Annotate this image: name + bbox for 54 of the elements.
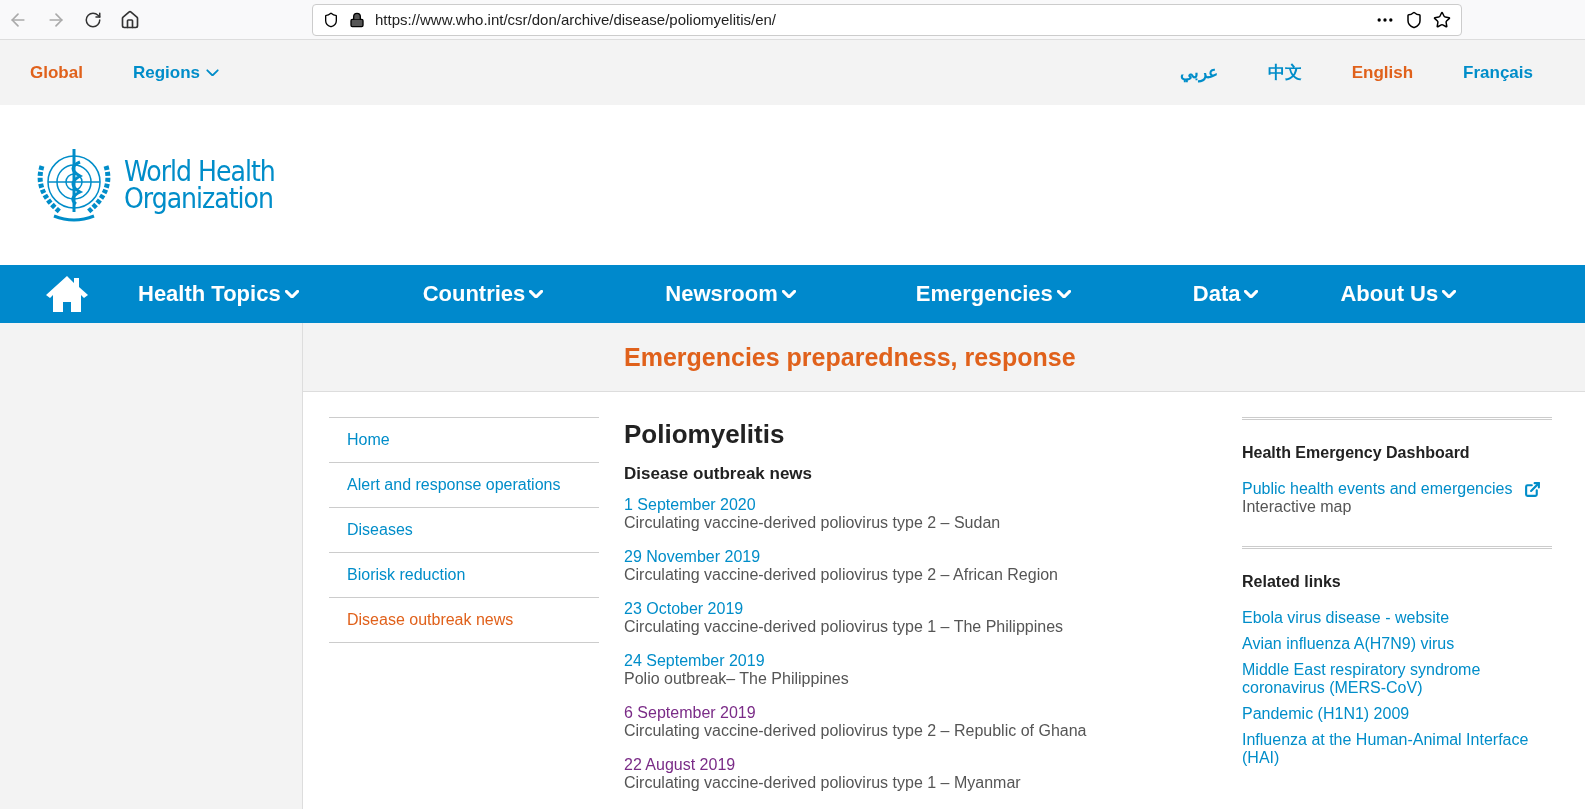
nav-item[interactable]: Newsroom (665, 281, 796, 307)
sidebar-item[interactable]: Home (329, 418, 599, 463)
nav-item[interactable]: Health Topics (138, 281, 299, 307)
news-date-link[interactable]: 6 September 2019 (624, 704, 756, 722)
news-headline: Circulating vaccine-derived poliovirus type 1 – Myanmar (624, 774, 1022, 792)
nav-item[interactable]: About Us (1340, 281, 1457, 307)
sidebar-item[interactable]: Biorisk reduction (329, 553, 599, 598)
chevron-icon (1244, 289, 1259, 299)
related-link[interactable]: Public health events and emergencies (1242, 480, 1552, 498)
subtitle: Disease outbreak news (624, 464, 814, 484)
related-link[interactable]: Ebola virus disease - website (1242, 609, 1552, 627)
language-link[interactable]: 中文 (1267, 61, 1302, 84)
news-headline: Circulating vaccine-derived poliovirus type 2 – Sudan (624, 514, 1002, 532)
sidebar-item[interactable]: Alert and response operations (329, 463, 599, 508)
related-link[interactable]: Influenza at the Human-Animal Interface (HAI) (1242, 731, 1552, 767)
shield-icon (323, 11, 339, 28)
chevron-icon (529, 289, 544, 299)
sidebar-item[interactable]: Disease outbreak news (329, 598, 599, 643)
nav-item[interactable]: Data (1192, 281, 1259, 307)
sidebar-item[interactable]: Diseases (329, 508, 599, 553)
news-headline: Circulating vaccine-derived poliovirus type 2 – African Region (624, 566, 1059, 584)
news-headline: Circulating vaccine-derived poliovirus type 1 – The Philippines (624, 618, 1065, 636)
news-date-link[interactable]: 23 October 2019 (624, 600, 744, 618)
lock-icon (349, 11, 365, 28)
link-note: Interactive map (1242, 498, 1353, 516)
aside-heading: Health Emergency Dashboard (1242, 444, 1471, 462)
related-link[interactable]: Middle East respiratory syndrome coronavirus (MERS-CoV) (1242, 661, 1552, 697)
top-link[interactable]: Global (30, 62, 83, 83)
aside-heading: Related links (1242, 573, 1342, 591)
url-text: https://www.who.int/csr/don/archive/disease/poliomyelitis/en/ (375, 11, 777, 28)
related-link[interactable]: Pandemic (H1N1) 2009 (1242, 705, 1552, 723)
top-link[interactable]: Regions (132, 62, 219, 83)
news-date-link[interactable]: 24 September 2019 (624, 652, 765, 670)
news-date-link[interactable]: 22 August 2019 (624, 756, 736, 774)
nav-item[interactable]: Countries (422, 281, 544, 307)
news-headline: Polio outbreak– The Philippines (624, 670, 850, 688)
section-title: Emergencies preparedness, response (624, 342, 1076, 372)
news-date-link[interactable]: 1 September 2020 (624, 496, 756, 514)
page-title: Poliomyelitis (624, 419, 786, 450)
language-link[interactable]: عربي (1179, 61, 1218, 84)
related-link[interactable]: Avian influenza A(H7N9) virus (1242, 635, 1552, 653)
news-date-link[interactable]: 29 November 2019 (624, 548, 761, 566)
chevron-icon (284, 289, 299, 299)
logo[interactable]: World Health Organization (30, 146, 275, 224)
home-nav-icon[interactable] (44, 274, 90, 314)
address-bar[interactable]: https://www.who.int/csr/don/archive/disease/poliomyelitis/en/ (312, 3, 1462, 36)
language-link[interactable]: Français (1463, 61, 1533, 84)
nav-item[interactable]: Emergencies (915, 281, 1071, 307)
news-headline: Circulating vaccine-derived poliovirus type 2 – Republic of Ghana (624, 722, 1088, 740)
language-link[interactable]: English (1351, 61, 1414, 84)
bookmark-star-icon[interactable] (1433, 10, 1451, 29)
chevron-icon (781, 289, 796, 299)
chevron-icon (1442, 289, 1457, 299)
chevron-icon (1056, 289, 1071, 299)
